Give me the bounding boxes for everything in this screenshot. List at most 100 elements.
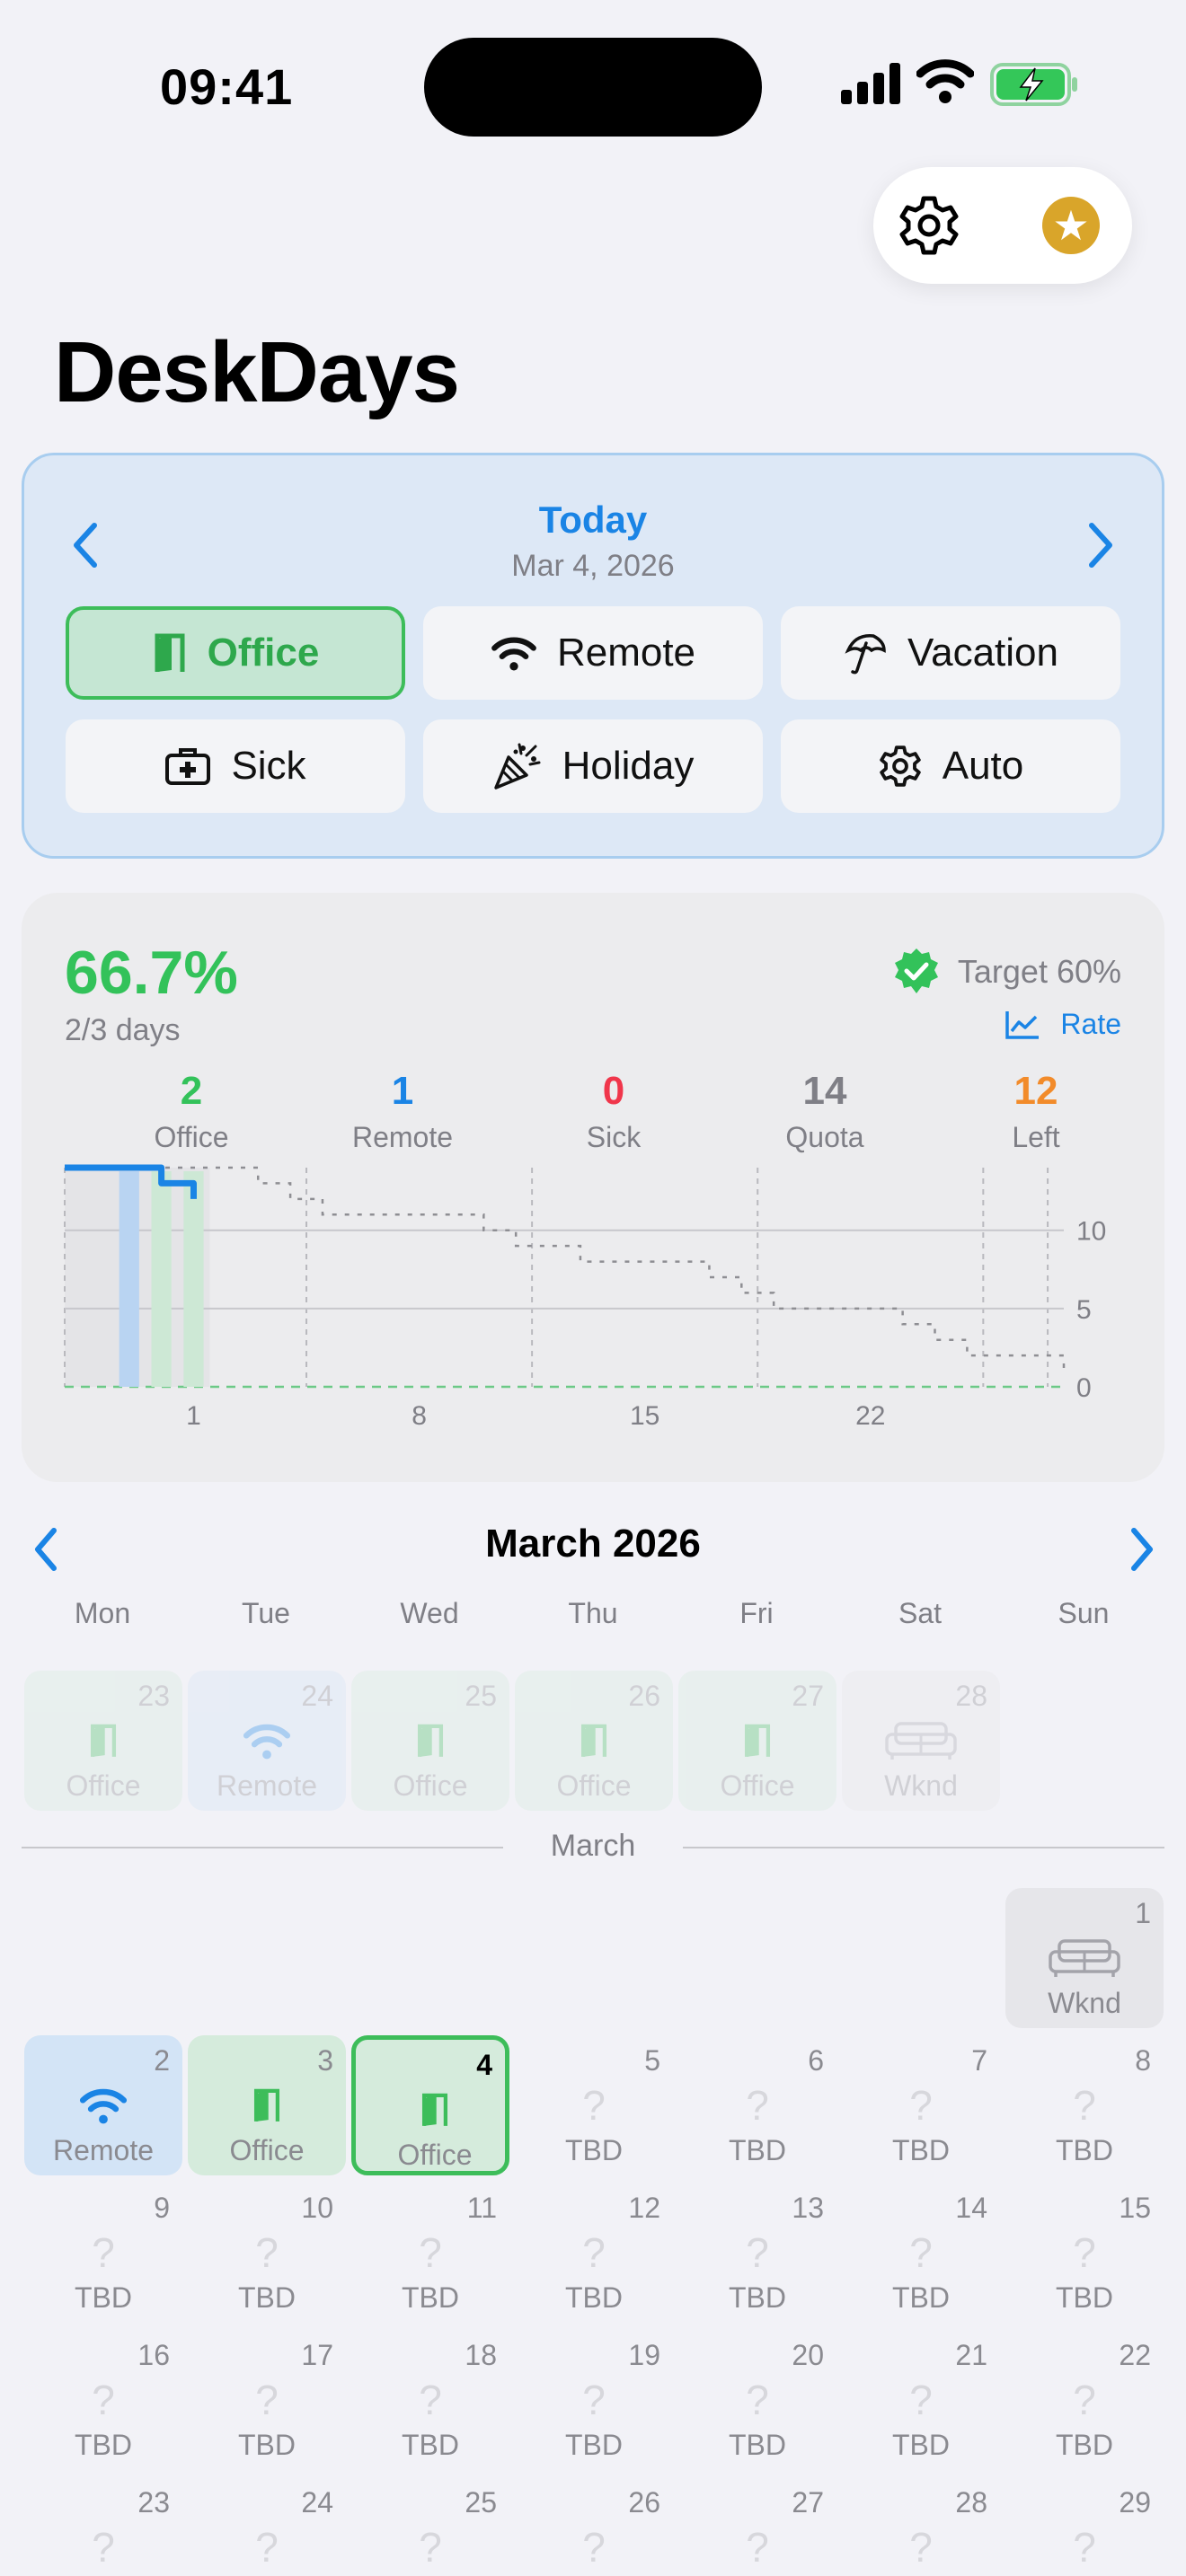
status-auto-button[interactable]: Auto xyxy=(781,719,1120,813)
door-icon xyxy=(678,1717,836,1764)
calendar-day-cell[interactable]: 5? TBD xyxy=(515,2035,673,2175)
stat-left: 12 Left xyxy=(930,1069,1142,1154)
day-number: 2 xyxy=(154,2044,170,2077)
day-status-label: Office xyxy=(397,2139,473,2171)
question-mark-icon: ? xyxy=(255,2377,279,2423)
calendar-day-cell[interactable]: 22? TBD xyxy=(1005,2330,1164,2470)
day-number: 1 xyxy=(1135,1897,1151,1929)
stats-card: 66.7% 2/3 days Target 60% Rate 2 Office … xyxy=(22,893,1164,1482)
question-mark-icon: ? xyxy=(1073,2229,1096,2276)
gear-icon xyxy=(879,745,921,787)
vacation-button-label: Vacation xyxy=(907,631,1058,675)
day-number: 27 xyxy=(792,1680,824,1712)
stat-quota-value: 14 xyxy=(802,1069,847,1113)
next-day-chevron-icon[interactable] xyxy=(1083,518,1119,572)
series-line xyxy=(65,1166,1066,1372)
calendar-day-cell[interactable]: 17? TBD xyxy=(188,2330,346,2470)
day-bar xyxy=(151,1171,172,1387)
status-sick-button[interactable]: Sick xyxy=(66,719,405,813)
calendar-day-cell[interactable]: 4 Office xyxy=(351,2035,509,2175)
calendar-day-cell[interactable]: 7? TBD xyxy=(842,2035,1000,2175)
calendar-day-cell[interactable]: 26? xyxy=(515,2477,673,2576)
stat-remote-label: Remote xyxy=(351,1121,454,1153)
calendar-day-cell[interactable]: 9? TBD xyxy=(24,2183,182,2323)
question-mark-icon: ? xyxy=(582,2229,606,2276)
calendar-day-cell[interactable]: 15? TBD xyxy=(1005,2183,1164,2323)
calendar-day-cell[interactable]: 27 Office xyxy=(678,1671,836,1811)
day-number: 25 xyxy=(465,2486,497,2519)
question-mark-icon: ? xyxy=(746,2082,769,2129)
today-card: Today Mar 4, 2026 Office Remote Vacation… xyxy=(22,453,1164,859)
status-office-button[interactable]: Office xyxy=(66,606,405,700)
party-popper-icon xyxy=(493,743,541,790)
day-number: 3 xyxy=(317,2044,333,2077)
status-remote-button[interactable]: Remote xyxy=(423,606,763,700)
calendar-day-cell[interactable]: 10? TBD xyxy=(188,2183,346,2323)
calendar-day-cell[interactable]: 3 Office xyxy=(188,2035,346,2175)
day-number: 15 xyxy=(1119,2192,1151,2224)
weekday-header: Mon xyxy=(74,1597,131,1629)
day-status-label: Office xyxy=(720,1769,795,1802)
settings-gear-icon[interactable] xyxy=(897,193,961,258)
y-tick-label: 10 xyxy=(1076,1217,1106,1247)
weekday-header: Tue xyxy=(242,1597,290,1629)
y-tick-label: 0 xyxy=(1076,1373,1092,1403)
day-number: 23 xyxy=(137,1680,170,1712)
calendar-day-cell[interactable]: 29? xyxy=(1005,2477,1164,2576)
calendar-day-cell[interactable]: 14? TBD xyxy=(842,2183,1000,2323)
next-month-chevron-icon[interactable] xyxy=(1123,1525,1159,1574)
question-mark-icon: ? xyxy=(92,2229,115,2276)
calendar-day-cell[interactable]: 27? xyxy=(678,2477,836,2576)
day-number: 22 xyxy=(1119,2339,1151,2371)
calendar-day-cell[interactable]: 6? TBD xyxy=(678,2035,836,2175)
stat-office: 2 Office xyxy=(85,1069,297,1154)
day-number: 27 xyxy=(792,2486,824,2519)
calendar-day-cell[interactable]: 23? xyxy=(24,2477,182,2576)
calendar-day-cell[interactable]: 24? xyxy=(188,2477,346,2576)
wifi-icon xyxy=(916,59,974,103)
month-navigation: March 2026 xyxy=(0,1509,1186,1581)
calendar-day-cell[interactable]: 19? TBD xyxy=(515,2330,673,2470)
day-status-label: Remote xyxy=(216,1769,318,1802)
day-status-label: TBD xyxy=(402,2429,459,2461)
calendar-day-cell[interactable]: 28? xyxy=(842,2477,1000,2576)
day-status-label: Remote xyxy=(52,2134,155,2166)
status-holiday-button[interactable]: Holiday xyxy=(423,719,763,813)
calendar-day-cell[interactable]: 16? TBD xyxy=(24,2330,182,2470)
wifi-icon xyxy=(24,2082,182,2129)
battery-charging-icon xyxy=(990,63,1077,106)
question-mark-icon: ? xyxy=(1073,2377,1096,2423)
calendar-day-cell[interactable]: 1 Wknd xyxy=(1005,1888,1164,2028)
calendar-day-cell[interactable]: 11? TBD xyxy=(351,2183,509,2323)
calendar-day-cell[interactable]: 18? TBD xyxy=(351,2330,509,2470)
calendar-day-cell[interactable]: 12? TBD xyxy=(515,2183,673,2323)
calendar-day-cell[interactable]: 26 Office xyxy=(515,1671,673,1811)
day-number: 4 xyxy=(476,2049,492,2081)
remote-button-label: Remote xyxy=(556,631,696,675)
calendar-day-cell[interactable]: 13? TBD xyxy=(678,2183,836,2323)
rate-chart-toggle[interactable]: Rate xyxy=(1005,1008,1121,1041)
calendar-day-cell[interactable]: 25 Office xyxy=(351,1671,509,1811)
calendar-day-cell[interactable]: 21? TBD xyxy=(842,2330,1000,2470)
calendar-day-cell[interactable]: 23 Office xyxy=(24,1671,182,1811)
day-status-label: Wknd xyxy=(884,1769,958,1802)
calendar-day-cell[interactable]: 8? TBD xyxy=(1005,2035,1164,2175)
calendar-day-cell[interactable]: 2 Remote xyxy=(24,2035,182,2175)
question-mark-icon: ? xyxy=(582,2377,606,2423)
premium-star-button[interactable]: ★ xyxy=(1042,197,1100,254)
calendar-day-cell[interactable]: 28 Wknd xyxy=(842,1671,1000,1811)
day-status-label: Wknd xyxy=(1048,1987,1121,2019)
sofa-icon xyxy=(1005,1935,1164,1981)
door-icon xyxy=(155,633,185,672)
x-tick-label: 22 xyxy=(855,1401,885,1431)
weekday-header: Sun xyxy=(1058,1597,1110,1629)
day-bar xyxy=(183,1171,204,1387)
calendar-day-cell[interactable]: 24 Remote xyxy=(188,1671,346,1811)
calendar-day-cell[interactable]: 25? xyxy=(351,2477,509,2576)
top-actions-pill: ★ xyxy=(873,167,1132,284)
calendar-day-cell[interactable]: 20? TBD xyxy=(678,2330,836,2470)
day-status-label: TBD xyxy=(1056,2429,1113,2461)
question-mark-icon: ? xyxy=(255,2229,279,2276)
status-vacation-button[interactable]: Vacation xyxy=(781,606,1120,700)
day-number: 25 xyxy=(465,1680,497,1712)
